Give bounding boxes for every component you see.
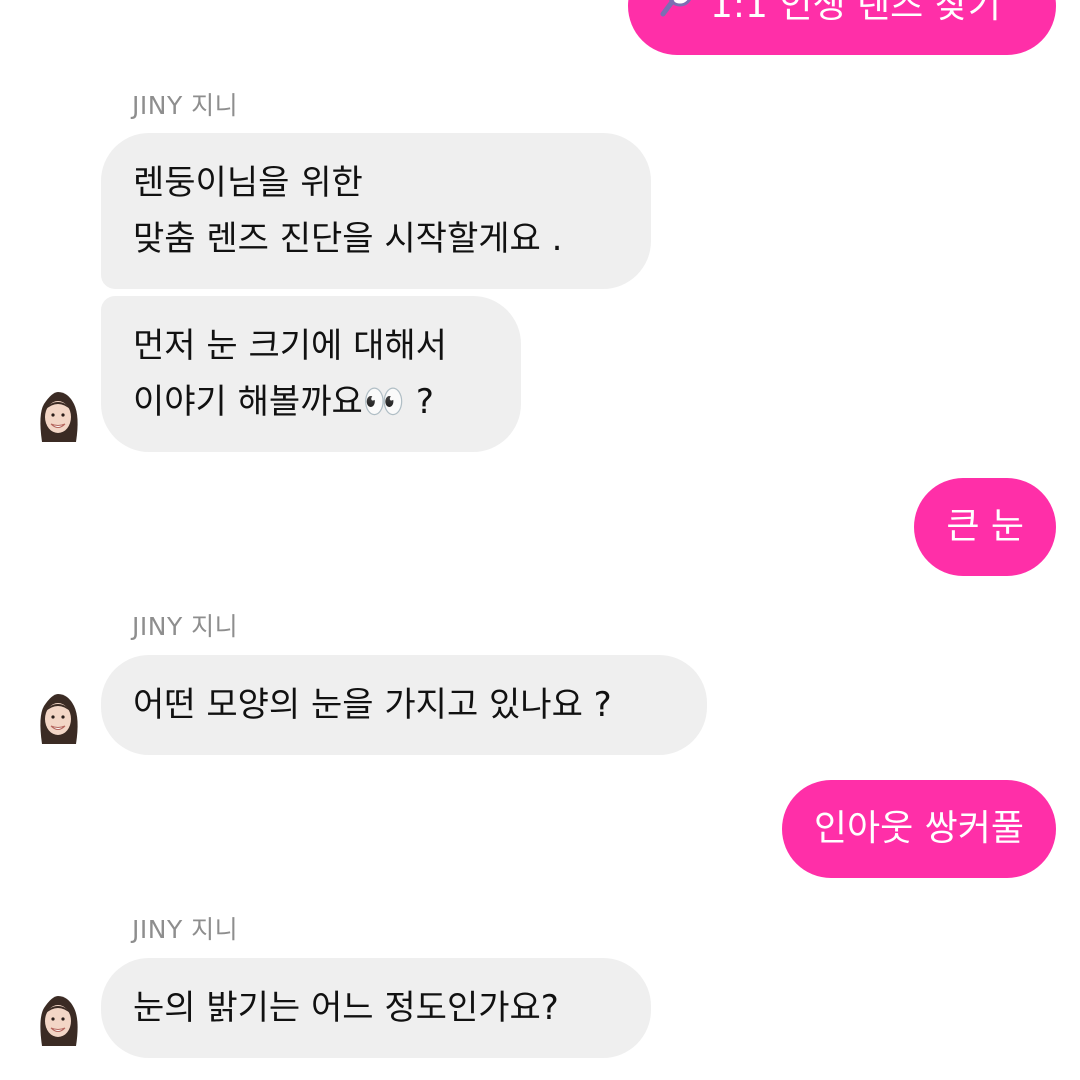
message-line: 눈의 밝기는 어느 정도인가요? [133, 988, 559, 1028]
message-line: 맞춤 렌즈 진단을 시작할게요 . [133, 219, 563, 259]
user-message: 큰 눈 [914, 478, 1056, 576]
bot-avatar[interactable] [36, 994, 80, 1050]
bot-avatar[interactable] [36, 692, 80, 748]
bot-message: 먼저 눈 크기에 대해서 이야기 해볼까요👀 ? [101, 296, 521, 452]
message-line: 먼저 눈 크기에 대해서 [133, 326, 447, 366]
bot-avatar[interactable] [36, 390, 80, 446]
message-line: 어떤 모양의 눈을 가지고 있나요 ? [133, 685, 612, 725]
chat-thread: 1:1 인생 렌즈 찾기 JINY 지니 렌둥이님을 위한 맞춤 렌즈 진단을 … [0, 0, 1080, 1080]
find-lens-button[interactable]: 1:1 인생 렌즈 찾기 [628, 0, 1056, 55]
bot-message: 눈의 밝기는 어느 정도인가요? [101, 958, 651, 1058]
user-message: 인아웃 쌍커풀 [781, 780, 1056, 878]
bot-message: 어떤 모양의 눈을 가지고 있나요 ? [101, 655, 707, 755]
bot-message: 렌둥이님을 위한 맞춤 렌즈 진단을 시작할게요 . [101, 133, 651, 289]
magnifier-icon [660, 0, 698, 56]
sender-name: JINY 지니 [132, 612, 239, 641]
sender-name: JINY 지니 [132, 915, 239, 944]
message-line: 이야기 해볼까요👀 ? [133, 382, 434, 422]
find-lens-label: 1:1 인생 렌즈 찾기 [710, 0, 1001, 26]
message-line: 렌둥이님을 위한 [133, 163, 363, 203]
sender-name: JINY 지니 [132, 91, 239, 120]
